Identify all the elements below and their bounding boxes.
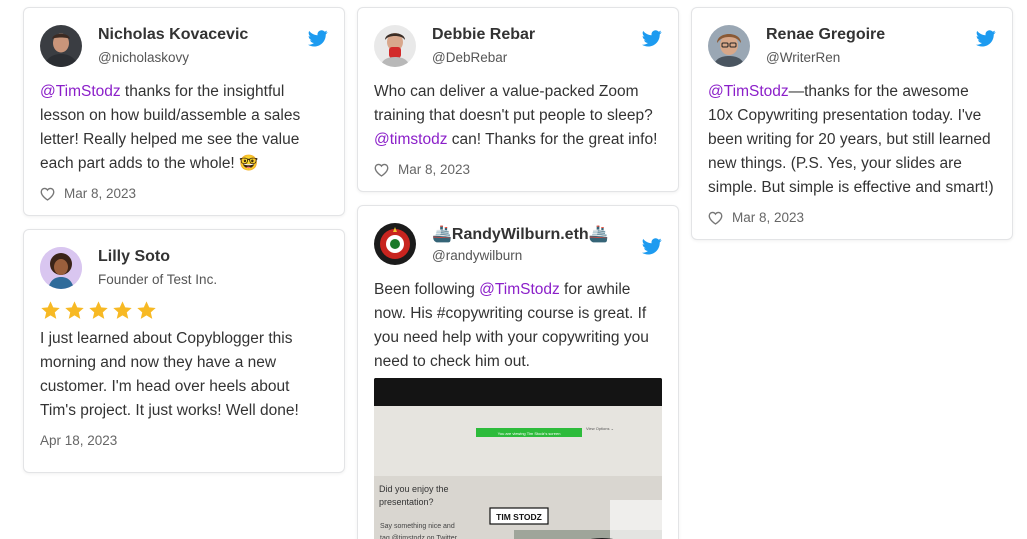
star-rating (40, 300, 328, 321)
avatar[interactable] (40, 25, 82, 67)
slide-question-line1: Did you enjoy the (379, 484, 449, 494)
mention-link[interactable]: @TimStodz (479, 281, 560, 298)
testimonial-text: Been following @TimStodz for awhile now.… (374, 278, 662, 374)
star-icon (40, 300, 61, 321)
heart-icon[interactable] (708, 211, 723, 225)
post-date: Mar 8, 2023 (398, 162, 471, 177)
screen-share-banner: You are viewing Tim Stodz's screen (498, 431, 561, 436)
twitter-icon[interactable] (976, 30, 996, 47)
star-icon (112, 300, 133, 321)
post-date: Apr 18, 2023 (40, 433, 118, 448)
mention-link[interactable]: @TimStodz (708, 83, 789, 100)
slide-question-line2: presentation? (379, 497, 434, 507)
author-name: Lilly Soto (98, 248, 170, 265)
author-title: Founder of Test Inc. (98, 272, 218, 287)
twitter-icon[interactable] (642, 238, 662, 255)
testimonial-text: Who can deliver a value-packed Zoom trai… (374, 80, 662, 152)
view-options-label: View Options ⌄ (586, 426, 614, 431)
slide-prompt-line1: Say something nice and (380, 523, 455, 530)
author-name[interactable]: Nicholas Kovacevic (98, 26, 248, 44)
twitter-icon[interactable] (308, 30, 328, 47)
mention-link[interactable]: @timstodz (374, 131, 447, 148)
heart-icon[interactable] (40, 187, 55, 201)
author-name[interactable]: Renae Gregoire (766, 26, 885, 44)
testimonial-body: Been following (374, 281, 480, 298)
nameplate: TIM STODZ (496, 512, 542, 522)
testimonial-card-nicholas: Nicholas Kovacevic @nicholaskovy @TimSto… (23, 7, 345, 216)
avatar[interactable] (374, 25, 416, 67)
testimonial-card-debbie: Debbie Rebar @DebRebar Who can deliver a… (357, 7, 679, 192)
avatar (40, 247, 82, 289)
twitter-icon[interactable] (642, 30, 662, 47)
mention-link[interactable]: @TimStodz (40, 83, 121, 100)
author-handle[interactable]: @WriterRen (766, 50, 840, 65)
heart-icon[interactable] (374, 163, 389, 177)
testimonial-body: Who can deliver a value-packed Zoom trai… (374, 83, 653, 124)
author-handle[interactable]: @randywilburn (432, 248, 522, 263)
testimonial-text: I just learned about Copyblogger this mo… (40, 330, 299, 419)
author-handle[interactable]: @DebRebar (432, 50, 507, 65)
post-date: Mar 8, 2023 (732, 210, 805, 225)
testimonial-card-lilly: Lilly Soto Founder of Test Inc. I just l… (23, 229, 345, 473)
star-icon (64, 300, 85, 321)
card-footer: Mar 8, 2023 (708, 210, 996, 225)
tweet-photo[interactable]: You are viewing Tim Stodz's screen View … (374, 378, 662, 539)
testimonial-card-renae: Renae Gregoire @WriterRen @TimStodz—than… (691, 7, 1013, 240)
avatar[interactable] (708, 25, 750, 67)
testimonial-body-end: can! Thanks for the great info! (447, 131, 658, 148)
card-footer: Mar 8, 2023 (40, 186, 328, 201)
card-footer: Apr 18, 2023 (40, 433, 328, 448)
author-handle[interactable]: @nicholaskovy (98, 50, 189, 65)
card-footer: Mar 8, 2023 (374, 162, 662, 177)
author-name[interactable]: 🚢RandyWilburn.eth🚢 (432, 224, 609, 244)
testimonial-text: @TimStodz thanks for the insightful less… (40, 80, 328, 176)
star-icon (88, 300, 109, 321)
testimonial-text: @TimStodz—thanks for the awesome 10x Cop… (708, 80, 996, 200)
author-name[interactable]: Debbie Rebar (432, 26, 535, 44)
post-date: Mar 8, 2023 (64, 186, 137, 201)
testimonial-card-randy: 🚢RandyWilburn.eth🚢 @randywilburn Been fo… (357, 205, 679, 539)
star-icon (136, 300, 157, 321)
avatar[interactable] (374, 223, 416, 265)
slide-prompt-line2: tag @timstodz on Twitter (380, 535, 458, 539)
